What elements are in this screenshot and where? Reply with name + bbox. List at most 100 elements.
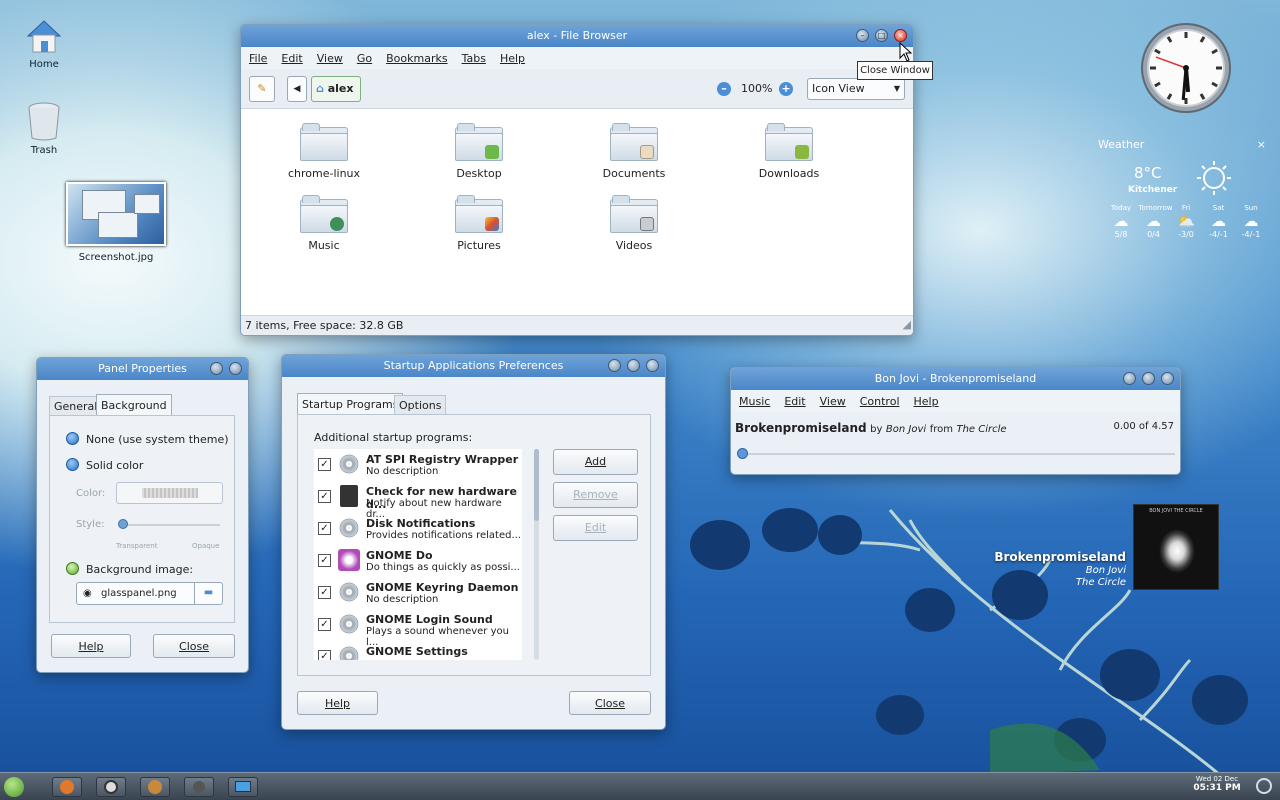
tooltip-text: Close Window — [860, 65, 930, 76]
checkbox[interactable]: ✓ — [318, 650, 331, 660]
list-item[interactable]: ✓ Disk Notifications Provides notificati… — [314, 517, 522, 549]
startup-titlebar[interactable]: Startup Applications Preferences — [282, 355, 665, 377]
folder-item[interactable]: chrome-linux — [269, 123, 379, 180]
forecast-day: Sun ☁ -4/-1 — [1236, 204, 1266, 239]
folder-item[interactable]: Desktop — [424, 123, 534, 180]
seek-bar-track[interactable] — [741, 453, 1175, 455]
maximize-icon[interactable] — [1142, 372, 1155, 385]
view-mode-select[interactable]: Icon View ▼ — [807, 78, 905, 100]
zoom-in-icon[interactable]: + — [779, 82, 793, 96]
edit-location-button[interactable]: ✎ — [249, 76, 275, 102]
folder-item[interactable]: Documents — [579, 123, 689, 180]
folder-item[interactable]: Pictures — [424, 195, 534, 252]
help-button[interactable]: Help — [297, 691, 378, 715]
menu-button[interactable] — [0, 773, 30, 800]
checkbox[interactable]: ✓ — [318, 618, 331, 631]
close-icon[interactable] — [646, 359, 659, 372]
resize-grip-icon[interactable]: ◢ — [903, 315, 911, 335]
list-item[interactable]: ✓ Check for new hardware d... Notify abo… — [314, 485, 522, 520]
list-item[interactable]: ✓ GNOME Do Do things as quickly as possi… — [314, 549, 522, 581]
cloud-icon: ☁ — [1211, 212, 1226, 230]
network-icon[interactable] — [1256, 778, 1272, 794]
list-item[interactable]: ✓ GNOME Settings Daemon — [314, 645, 522, 660]
file-browser-menubar: File Edit View Go Bookmarks Tabs Help — [241, 47, 913, 69]
forecast-day: Tomorrow ☁ 0/4 — [1139, 204, 1173, 239]
opacity-slider-track[interactable] — [122, 524, 220, 526]
list-item[interactable]: ✓ AT SPI Registry Wrapper No description — [314, 453, 522, 485]
checkbox[interactable]: ✓ — [318, 586, 331, 599]
color-picker-button[interactable] — [116, 482, 223, 504]
image-file-name: glasspanel.png — [101, 588, 177, 599]
folder-item[interactable]: Videos — [579, 195, 689, 252]
desktop-icon-home[interactable]: Home — [14, 16, 74, 70]
color-label: Color: — [76, 488, 106, 499]
checkbox[interactable]: ✓ — [318, 458, 331, 471]
list-scrollbar[interactable] — [534, 449, 539, 660]
folder-item[interactable]: Music — [269, 195, 379, 252]
seek-bar-handle[interactable] — [737, 448, 748, 459]
desktop-icon-label: Screenshot.jpg — [78, 252, 154, 263]
minimize-icon[interactable] — [210, 362, 223, 375]
close-button[interactable]: Close — [569, 691, 651, 715]
desktop-icon-trash[interactable]: Trash — [14, 100, 74, 156]
desktop-icon-screenshot[interactable]: Screenshot.jpg — [64, 182, 168, 263]
forecast-day: Sat ☁ -4/-1 — [1204, 204, 1234, 239]
menu-control[interactable]: Control — [860, 395, 900, 408]
taskbar-item-ubuntu[interactable] — [52, 777, 82, 797]
list-item[interactable]: ✓ GNOME Keyring Daemon No description — [314, 581, 522, 613]
checkbox[interactable]: ✓ — [318, 554, 331, 567]
close-icon[interactable] — [1161, 372, 1174, 385]
taskbar-item-gimp[interactable] — [140, 777, 170, 797]
menu-music[interactable]: Music — [739, 395, 770, 408]
taskbar-clock[interactable]: Wed 02 Dec 05:31 PM — [1190, 775, 1244, 793]
menu-file[interactable]: File — [249, 52, 267, 65]
close-icon[interactable]: × — [1257, 138, 1266, 151]
folder-item[interactable]: Downloads — [734, 123, 844, 180]
list-item[interactable]: ✓ GNOME Login Sound Plays a sound whenev… — [314, 613, 522, 648]
location-crumb-alex[interactable]: ⌂ alex — [311, 76, 361, 102]
menu-help[interactable]: Help — [914, 395, 939, 408]
add-button[interactable]: Add — [553, 449, 638, 475]
maximize-icon[interactable]: □ — [875, 29, 888, 42]
opacity-slider-handle[interactable] — [118, 519, 128, 529]
tab-background[interactable]: Background — [96, 394, 172, 416]
tab-general[interactable]: General — [49, 396, 103, 416]
tab-options[interactable]: Options — [394, 395, 447, 415]
radio-background-image[interactable] — [66, 562, 79, 575]
minimize-icon[interactable] — [1123, 372, 1136, 385]
maximize-icon[interactable] — [627, 359, 640, 372]
taskbar-item-player[interactable] — [96, 777, 126, 797]
image-file-chooser[interactable]: ◉ glasspanel.png ▬ — [76, 582, 223, 605]
taskbar-item-desktop[interactable] — [228, 777, 258, 797]
menu-edit[interactable]: Edit — [281, 52, 302, 65]
file-browser-titlebar[interactable]: alex - File Browser – □ × — [241, 25, 913, 47]
minimize-icon[interactable] — [608, 359, 621, 372]
minimize-icon[interactable]: – — [856, 29, 869, 42]
edit-button[interactable]: Edit — [553, 515, 638, 541]
radio-none[interactable] — [66, 432, 79, 445]
panel-properties-titlebar[interactable]: Panel Properties — [37, 358, 248, 380]
remove-button[interactable]: Remove — [553, 482, 638, 508]
menu-edit[interactable]: Edit — [784, 395, 805, 408]
menu-view[interactable]: View — [317, 52, 343, 65]
menu-help[interactable]: Help — [500, 52, 525, 65]
zoom-out-icon[interactable]: – — [717, 82, 731, 96]
close-icon[interactable]: × — [894, 29, 907, 42]
gnome-do-icon — [338, 549, 360, 571]
back-button[interactable]: ◀ — [287, 76, 307, 102]
scrollbar-thumb[interactable] — [534, 449, 539, 521]
tab-startup-programs[interactable]: Startup Programs — [297, 393, 404, 415]
help-button[interactable]: Help — [51, 634, 131, 658]
music-player-titlebar[interactable]: Bon Jovi - Brokenpromiseland — [731, 368, 1180, 390]
forecast-range: -4/-1 — [1209, 230, 1228, 239]
close-icon[interactable] — [229, 362, 242, 375]
close-button[interactable]: Close — [153, 634, 235, 658]
menu-bookmarks[interactable]: Bookmarks — [386, 52, 447, 65]
taskbar-item-preferences[interactable] — [184, 777, 214, 797]
menu-view[interactable]: View — [820, 395, 846, 408]
radio-solid-color[interactable] — [66, 458, 79, 471]
menu-tabs[interactable]: Tabs — [462, 52, 486, 65]
checkbox[interactable]: ✓ — [318, 522, 331, 535]
checkbox[interactable]: ✓ — [318, 490, 331, 503]
menu-go[interactable]: Go — [357, 52, 372, 65]
